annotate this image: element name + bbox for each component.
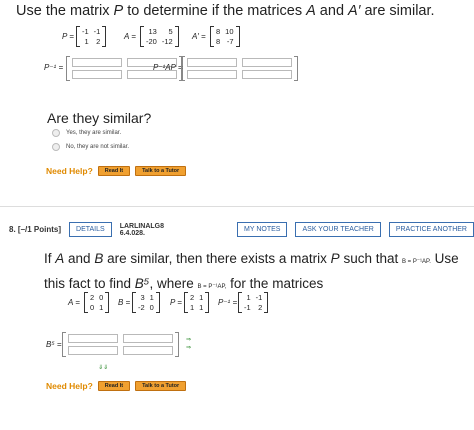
matrix-a-q8: 20 01 xyxy=(84,292,110,313)
my-notes-button[interactable]: MY NOTES xyxy=(237,222,288,237)
matrix-p-q8: 21 11 xyxy=(184,292,210,313)
need-help-label: Need Help? xyxy=(46,166,93,176)
p-inverse-label: P⁻¹ = xyxy=(44,63,64,72)
answer-matrices-row: P⁻¹ = P⁻¹AP = xyxy=(0,56,474,82)
matrix-p-label: P = xyxy=(62,32,74,41)
matrix-a-label: A = xyxy=(124,32,136,41)
matrix-a: 13 5 -20 -12 xyxy=(140,26,179,47)
b5-cell-22[interactable] xyxy=(123,346,173,355)
option-no[interactable]: No, they are not similar. xyxy=(52,143,129,151)
need-help-bar-q8: Need Help? Read It Talk to a Tutor xyxy=(46,381,187,391)
p-inv-a-p-cell-11[interactable] xyxy=(187,58,237,67)
p-inv-a-p-cell-21[interactable] xyxy=(187,70,237,79)
question-8-header: 8. [–/1 Points] DETAILS LARLINALG8 6.4.0… xyxy=(9,222,474,237)
radio-no[interactable] xyxy=(52,143,60,151)
p-inv-a-p-answer-matrix xyxy=(181,56,298,81)
matrix-a-prime-label: A′ = xyxy=(192,32,206,41)
question-divider xyxy=(0,206,474,207)
given-matrices-q8: A = 20 01 B = 31 -2 0 P = 21 11 P⁻¹ = 1 … xyxy=(68,290,338,316)
matrix-p-inverse-q8: 1 -1 -1 2 xyxy=(238,292,269,313)
problem-code: LARLINALG8 6.4.028. xyxy=(119,222,165,237)
ask-teacher-button[interactable]: ASK YOUR TEACHER xyxy=(295,222,381,237)
b5-answer-matrix xyxy=(62,332,179,357)
matrix-b-q8: 31 -2 0 xyxy=(132,292,160,313)
resize-columns-icon[interactable]: ⇒ ⇒ xyxy=(186,336,191,352)
radio-yes[interactable] xyxy=(52,129,60,137)
details-button[interactable]: DETAILS xyxy=(69,222,112,237)
are-similar-prompt: Are they similar? xyxy=(47,110,152,126)
b5-label: B⁵ = xyxy=(46,340,62,349)
option-yes[interactable]: Yes, they are similar. xyxy=(52,129,121,137)
b5-cell-21[interactable] xyxy=(68,346,118,355)
talk-to-tutor-button[interactable]: Talk to a Tutor xyxy=(135,166,187,176)
question-7: Use the matrix P to determine if the mat… xyxy=(0,0,474,196)
read-it-button[interactable]: Read It xyxy=(97,166,131,176)
matrix-a-prime: 8 10 8 -7 xyxy=(210,26,240,47)
p-inv-a-p-label: P⁻¹AP = xyxy=(153,63,183,72)
p-inv-a-p-cell-12[interactable] xyxy=(242,58,292,67)
p-inv-a-p-cell-22[interactable] xyxy=(242,70,292,79)
p-inverse-cell-11[interactable] xyxy=(72,58,122,67)
practice-another-button[interactable]: PRACTICE ANOTHER xyxy=(388,222,474,237)
p-inverse-cell-21[interactable] xyxy=(72,70,122,79)
question-title: Use the matrix P to determine if the mat… xyxy=(16,3,435,19)
matrix-p: -1 -1 1 2 xyxy=(76,26,107,47)
b5-cell-11[interactable] xyxy=(68,334,118,343)
talk-to-tutor-button-q8[interactable]: Talk to a Tutor xyxy=(135,381,187,391)
need-help-bar: Need Help? Read It Talk to a Tutor xyxy=(46,166,187,176)
read-it-button-q8[interactable]: Read It xyxy=(97,381,131,391)
given-matrices: P = -1 -1 1 2 A = 13 5 -20 -12 A′ = 8 10… xyxy=(62,24,362,50)
resize-rows-icon[interactable]: ⇓⇓ xyxy=(98,364,108,372)
question-8: 8. [–/1 Points] DETAILS LARLINALG8 6.4.0… xyxy=(0,210,474,430)
need-help-label-q8: Need Help? xyxy=(46,381,93,391)
b5-cell-12[interactable] xyxy=(123,334,173,343)
